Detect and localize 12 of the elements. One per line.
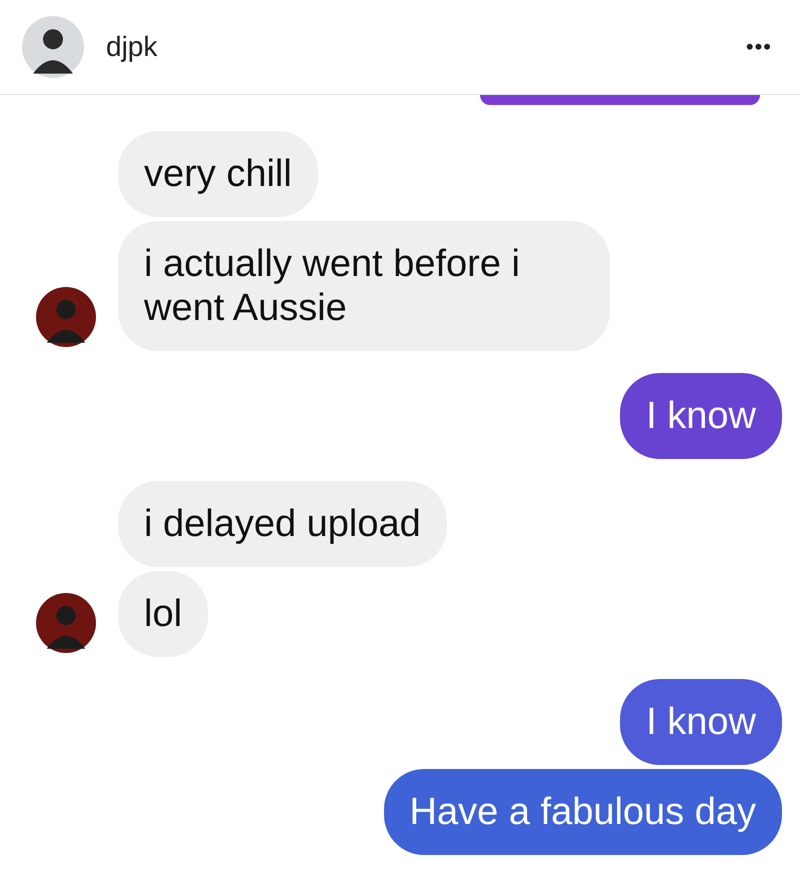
- sender-avatar[interactable]: [36, 287, 96, 347]
- sent-message: I know: [620, 679, 782, 765]
- received-message: i actually went before i went Aussie: [118, 221, 610, 351]
- sent-message: I know: [620, 373, 782, 459]
- received-message: lol: [118, 571, 208, 657]
- sender-avatar[interactable]: [36, 593, 96, 653]
- received-message: i delayed upload: [118, 481, 447, 567]
- received-message: very chill: [118, 131, 318, 217]
- profile-avatar[interactable]: [22, 16, 84, 78]
- sent-message: Have a fabulous day: [384, 769, 782, 855]
- contact-name[interactable]: djpk: [106, 31, 746, 63]
- more-button[interactable]: •••: [746, 34, 772, 60]
